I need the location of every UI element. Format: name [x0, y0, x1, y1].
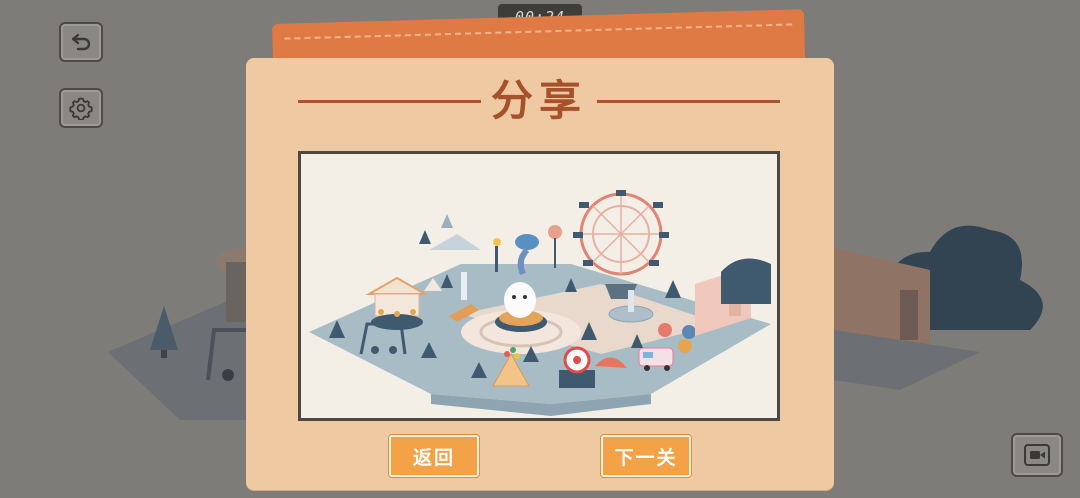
- cover-stitching: [284, 23, 793, 40]
- amusement-park-illustration: [309, 190, 771, 416]
- gear-icon: [69, 97, 93, 120]
- share-dialog: 分享 返回 下一关: [246, 58, 834, 490]
- level-screenshot: [301, 154, 777, 418]
- dialog-header: 分享: [298, 72, 781, 130]
- undo-arrow-icon: [71, 33, 91, 51]
- video-camera-icon: [1024, 444, 1050, 466]
- level-screenshot-frame: [298, 151, 780, 421]
- next-level-button[interactable]: 下一关: [601, 435, 691, 477]
- undo-button[interactable]: [59, 22, 103, 62]
- dialog-title: 分享: [491, 76, 588, 125]
- title-divider-left: [298, 99, 481, 103]
- title-divider-right: [597, 99, 781, 103]
- record-video-button[interactable]: [1011, 433, 1063, 477]
- settings-button[interactable]: [59, 88, 103, 128]
- back-button[interactable]: 返回: [389, 435, 479, 477]
